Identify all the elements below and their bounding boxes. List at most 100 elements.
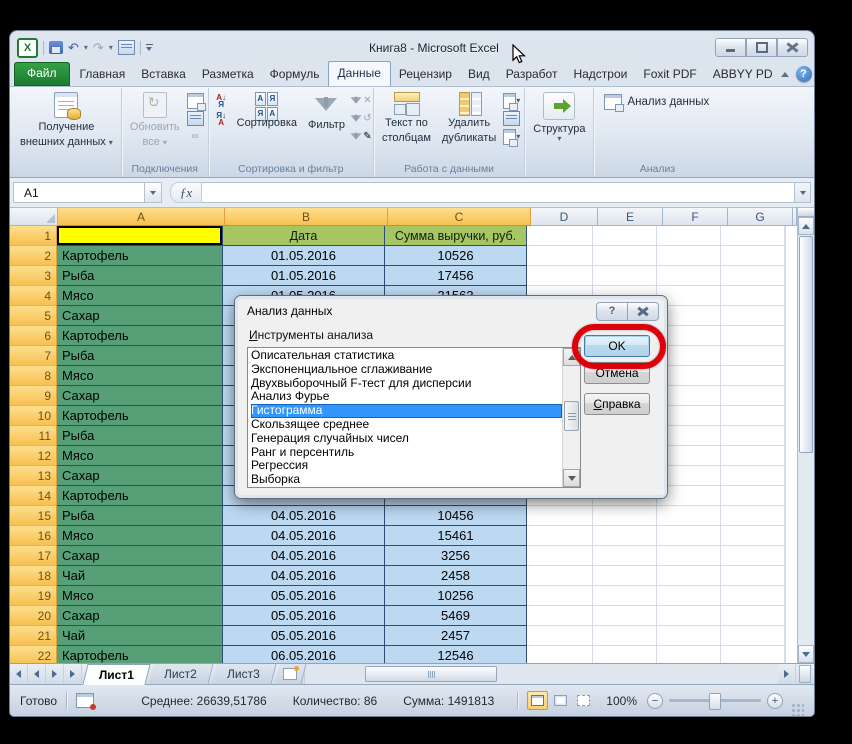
outline-button[interactable]: Структура ▾ xyxy=(529,91,589,143)
get-external-data-button[interactable]: Получение внешних данных ▾ xyxy=(16,91,117,149)
cell[interactable] xyxy=(721,606,785,626)
cell[interactable]: 17456 xyxy=(385,266,527,286)
cell[interactable]: Картофель xyxy=(57,246,223,266)
cell[interactable] xyxy=(593,566,657,586)
cell[interactable]: Мясо xyxy=(57,366,223,386)
tab-formulas[interactable]: Формуль xyxy=(262,63,328,86)
column-header-c[interactable]: C xyxy=(388,208,531,226)
hscroll-split-handle[interactable] xyxy=(799,665,811,683)
cell[interactable] xyxy=(527,546,593,566)
scroll-up-button[interactable] xyxy=(798,217,814,235)
close-button[interactable] xyxy=(777,38,808,57)
cell[interactable] xyxy=(721,346,785,366)
tab-developer[interactable]: Разработ xyxy=(498,63,566,86)
cell[interactable] xyxy=(527,586,593,606)
select-all-corner[interactable] xyxy=(10,208,58,226)
row-header[interactable]: 6 xyxy=(10,326,57,346)
vertical-scroll-track[interactable] xyxy=(798,454,814,645)
minimize-button[interactable] xyxy=(715,38,746,57)
row-header[interactable]: 19 xyxy=(10,586,57,606)
cell[interactable]: Сахар xyxy=(57,546,223,566)
insert-sheet-button[interactable] xyxy=(274,664,307,684)
tab-insert[interactable]: Вставка xyxy=(133,63,194,86)
sheet-tab-2[interactable]: Лист2 xyxy=(148,664,214,684)
cell[interactable] xyxy=(593,246,657,266)
cell[interactable]: Мясо xyxy=(57,586,223,606)
cell[interactable] xyxy=(721,526,785,546)
cell[interactable] xyxy=(657,226,721,246)
vertical-scrollbar[interactable] xyxy=(797,208,814,663)
row-header[interactable]: 21 xyxy=(10,626,57,646)
listbox-scroll-thumb[interactable] xyxy=(564,401,579,431)
insert-function-button[interactable]: ƒx xyxy=(170,182,202,203)
cell[interactable] xyxy=(593,606,657,626)
cell[interactable]: 05.05.2016 xyxy=(223,626,385,646)
zoom-in-button[interactable]: + xyxy=(767,692,783,709)
cell[interactable]: Рыба xyxy=(57,266,223,286)
cell[interactable]: Дата xyxy=(223,226,385,246)
text-to-columns-button[interactable]: Текст по столбцам xyxy=(378,91,435,145)
refresh-all-button[interactable]: Обновить все ▾ xyxy=(126,91,184,149)
remove-duplicates-button[interactable]: Удалить дубликаты xyxy=(438,91,500,145)
cell[interactable] xyxy=(721,266,785,286)
cell[interactable] xyxy=(721,226,785,246)
row-header[interactable]: 13 xyxy=(10,466,57,486)
resize-grip[interactable] xyxy=(791,703,804,716)
cell[interactable]: Мясо xyxy=(57,286,223,306)
row-header[interactable]: 14 xyxy=(10,486,57,506)
column-header-g[interactable]: G xyxy=(728,208,793,226)
clear-filter-icon[interactable]: ✕ xyxy=(350,93,372,108)
cell[interactable] xyxy=(527,266,593,286)
what-if-analysis-icon[interactable]: ▾ xyxy=(503,128,520,147)
dialog-close-button[interactable] xyxy=(628,301,659,321)
reapply-filter-icon[interactable]: ↺ xyxy=(350,111,372,126)
dialog-help-button[interactable]: ? xyxy=(596,301,628,321)
row-header[interactable]: 10 xyxy=(10,406,57,426)
row-header[interactable]: 5 xyxy=(10,306,57,326)
cell[interactable] xyxy=(527,226,593,246)
cell[interactable]: 06.05.2016 xyxy=(223,646,385,663)
horizontal-scroll-thumb[interactable] xyxy=(364,666,497,682)
tab-page-layout[interactable]: Разметка xyxy=(194,63,262,86)
cell[interactable] xyxy=(657,626,721,646)
cell[interactable] xyxy=(657,546,721,566)
zoom-track[interactable] xyxy=(669,693,761,710)
cell[interactable]: Мясо xyxy=(57,446,223,466)
cell[interactable]: Рыба xyxy=(57,506,223,526)
row-header[interactable]: 22 xyxy=(10,646,57,663)
customize-qat-icon[interactable] xyxy=(145,44,153,51)
cell[interactable] xyxy=(657,586,721,606)
sheet-tab-3[interactable]: Лист3 xyxy=(211,664,277,684)
cell[interactable] xyxy=(527,646,593,663)
cancel-button[interactable]: Отмена xyxy=(584,362,650,384)
cell[interactable] xyxy=(657,526,721,546)
cell[interactable]: Чай xyxy=(57,626,223,646)
dialog-title-bar[interactable]: Анализ данных ? xyxy=(235,296,667,324)
properties-icon[interactable] xyxy=(186,111,204,126)
cell[interactable]: 10456 xyxy=(385,506,527,526)
scrollbar-split-handle[interactable] xyxy=(798,208,814,217)
column-header-d[interactable]: D xyxy=(531,208,598,226)
zoom-level[interactable]: 100% xyxy=(606,694,637,708)
cell[interactable] xyxy=(721,506,785,526)
list-item[interactable]: Выборка xyxy=(251,472,562,487)
cell[interactable] xyxy=(721,286,785,306)
help-icon[interactable]: ? xyxy=(795,66,812,82)
cell[interactable] xyxy=(657,246,721,266)
row-header[interactable]: 1 xyxy=(10,226,57,246)
filter-button[interactable]: Фильтр xyxy=(304,91,349,132)
listbox-scroll-track[interactable] xyxy=(563,432,580,469)
undo-icon[interactable]: ↶ xyxy=(68,41,79,54)
column-header-f[interactable]: F xyxy=(663,208,728,226)
cell[interactable] xyxy=(527,246,593,266)
tab-view[interactable]: Вид xyxy=(460,63,498,86)
cell[interactable] xyxy=(721,446,785,466)
cell[interactable] xyxy=(593,506,657,526)
advanced-filter-icon[interactable]: ✎ xyxy=(350,129,372,144)
cell[interactable] xyxy=(593,626,657,646)
print-preview-icon[interactable] xyxy=(117,40,135,55)
cell[interactable] xyxy=(721,406,785,426)
column-header-a[interactable]: A xyxy=(58,208,225,226)
list-item[interactable]: Двухвыборочный F-тест для дисперсии xyxy=(251,376,562,391)
row-header[interactable]: 18 xyxy=(10,566,57,586)
